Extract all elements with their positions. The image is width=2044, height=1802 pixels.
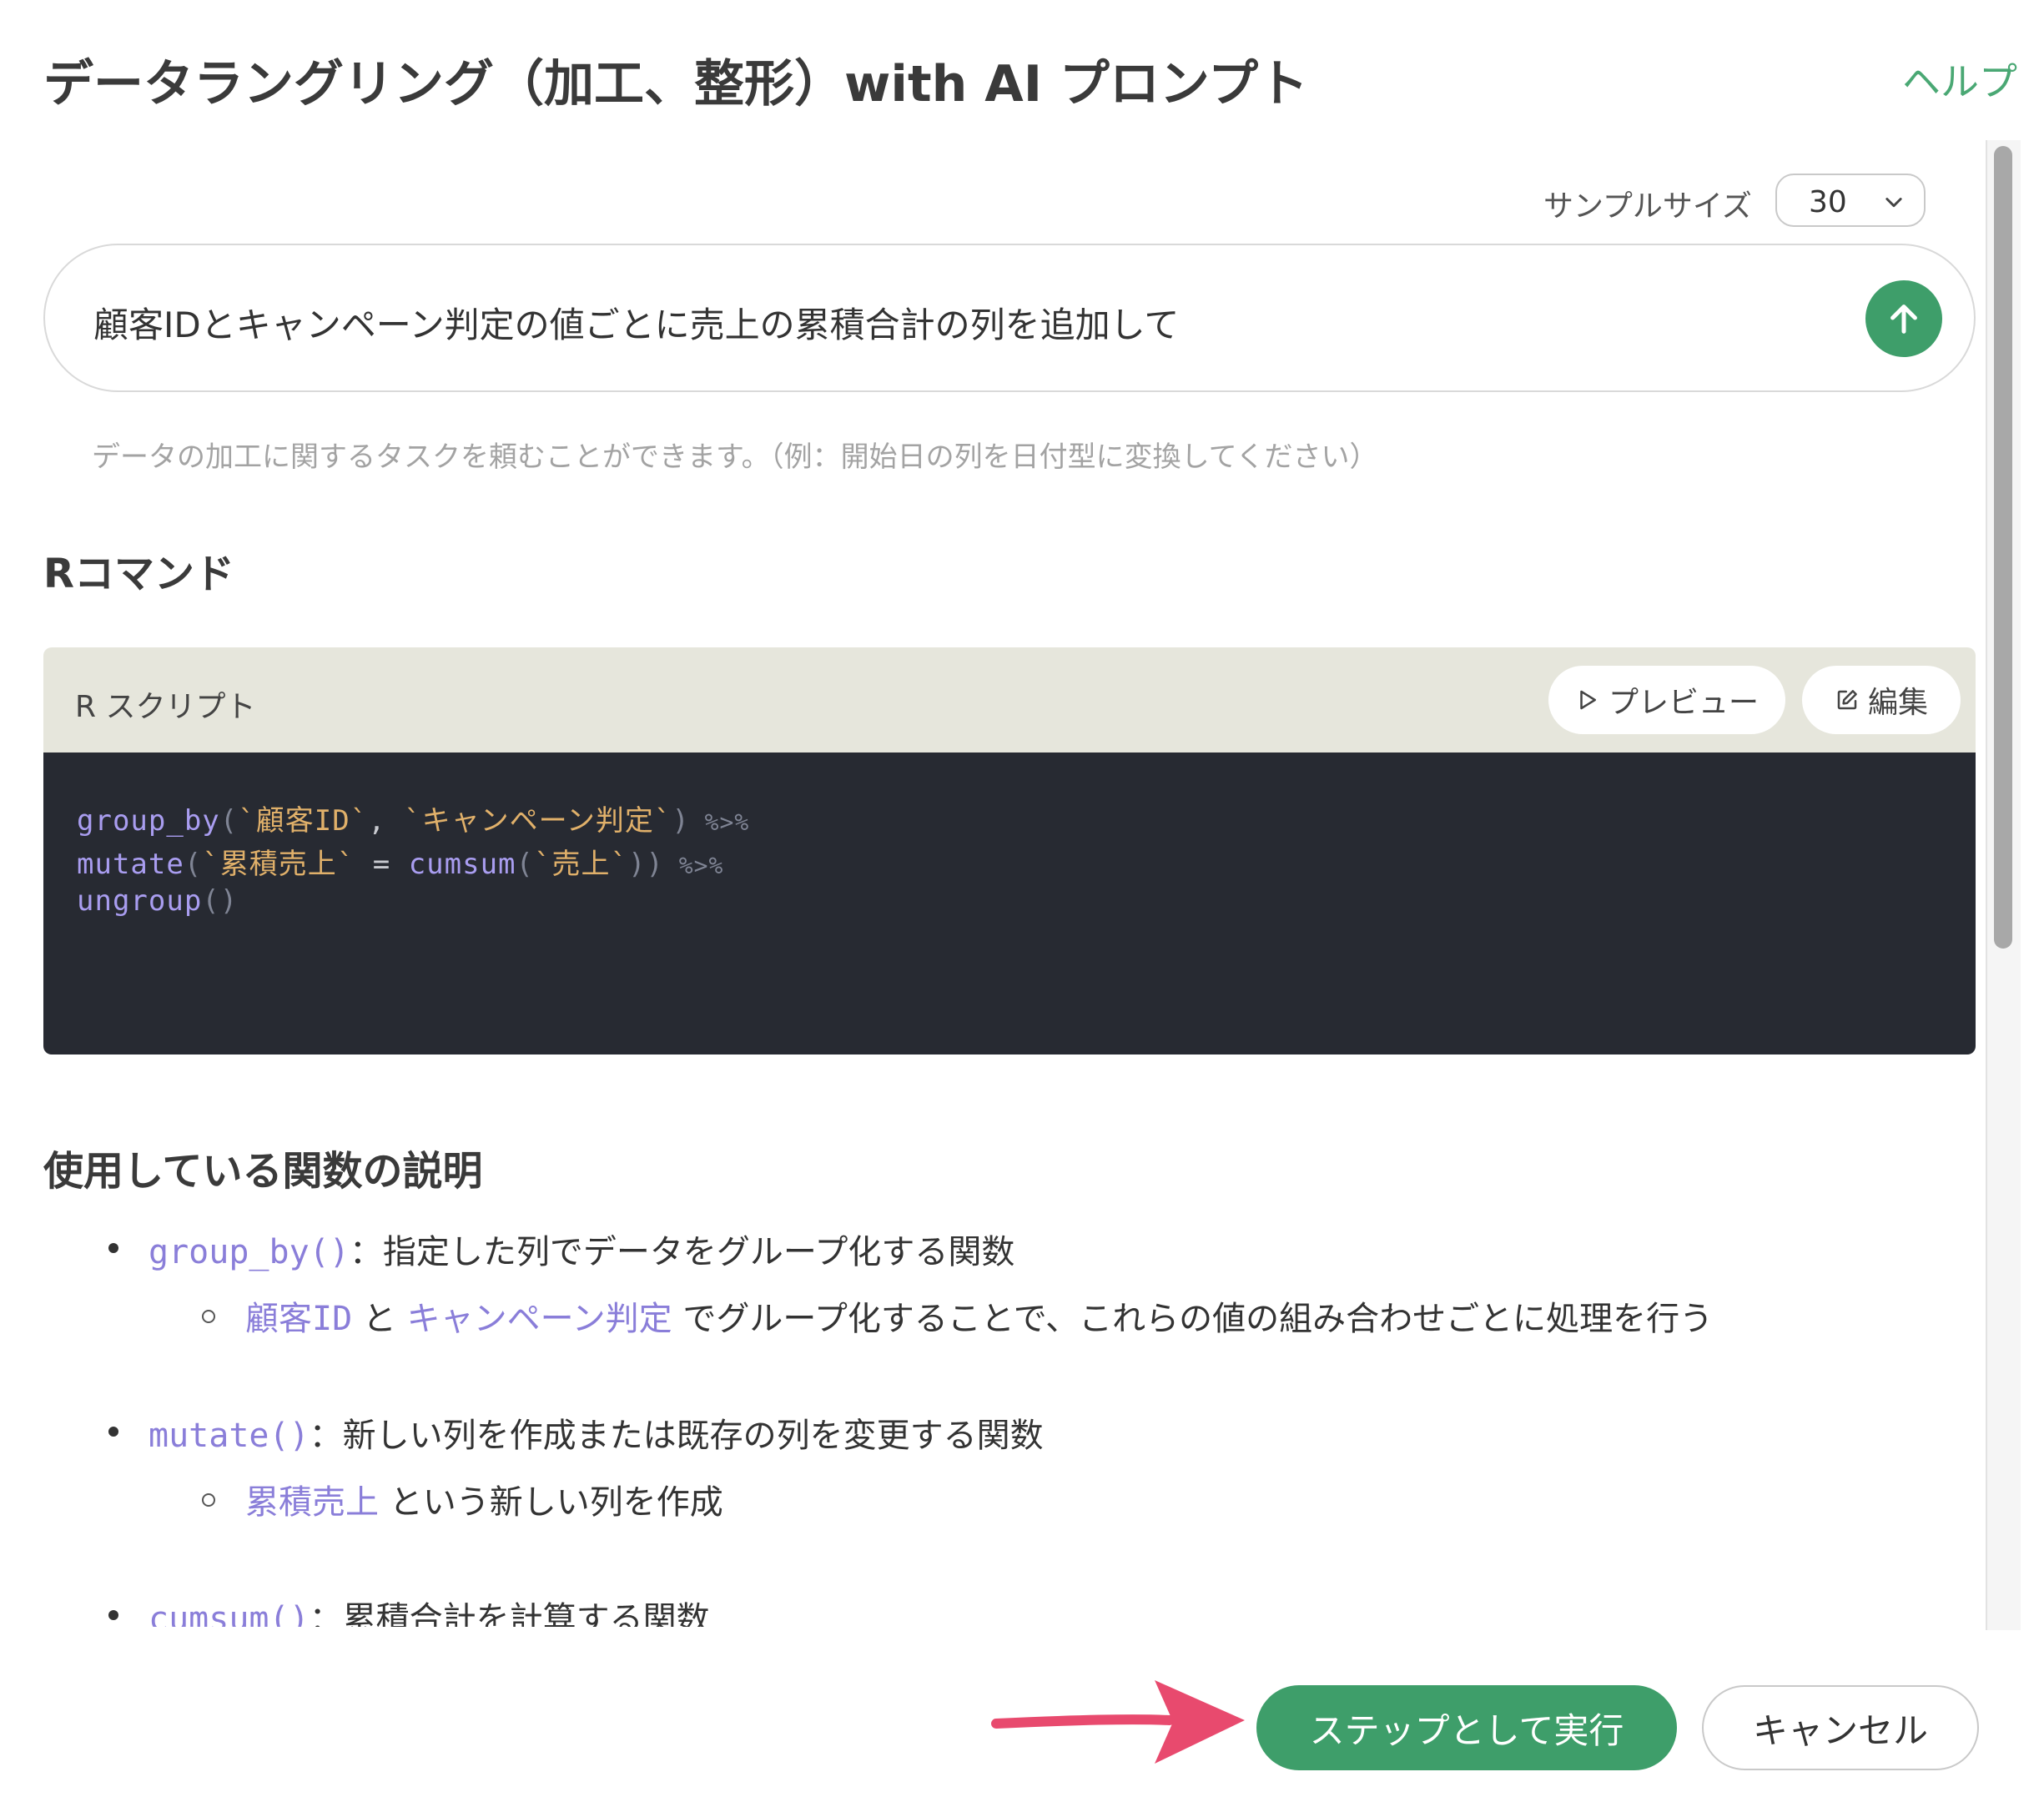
function-code: group_by() bbox=[149, 1233, 350, 1271]
function-subitem: 累積売上 という新しい列を作成 bbox=[245, 1475, 723, 1523]
subitem-text: という新しい列を作成 bbox=[379, 1483, 723, 1522]
arrow-up-icon bbox=[1890, 305, 1917, 334]
bullet bbox=[108, 1610, 118, 1620]
function-item-mutate: mutate()：新しい列を作成または既存の列を変更する関数 bbox=[149, 1408, 1044, 1457]
send-button[interactable] bbox=[1865, 280, 1942, 357]
r-script-header: R スクリプト プレビュー 編集 bbox=[43, 647, 1976, 753]
scroll-fade bbox=[0, 1627, 1986, 1635]
sub-bullet bbox=[202, 1310, 215, 1323]
sample-size-value: 30 bbox=[1809, 185, 1847, 219]
edit-label: 編集 bbox=[1867, 686, 1928, 720]
r-script-label: R スクリプト bbox=[75, 690, 256, 724]
preview-label: プレビュー bbox=[1608, 686, 1759, 720]
bullet bbox=[108, 1243, 118, 1253]
functions-heading: 使用している関数の説明 bbox=[43, 1148, 483, 1195]
sample-size-select[interactable]: 30 bbox=[1775, 174, 1926, 227]
function-subitem: 顧客ID と キャンペーン判定 でグループ化することで、これらの値の組み合わせご… bbox=[245, 1291, 1713, 1340]
prompt-hint: データの加工に関するタスクを頼むことができます。（例：開始日の列を日付型に変換し… bbox=[92, 440, 1378, 474]
edit-icon bbox=[1837, 690, 1857, 710]
r-command-heading: Rコマンド bbox=[43, 551, 234, 597]
play-icon bbox=[1580, 690, 1596, 710]
prompt-input-text[interactable]: 顧客IDとキャンペーン判定の値ごとに売上の累積合計の列を追加して bbox=[93, 297, 1179, 348]
code-block[interactable]: group_by(`顧客ID`, `キャンペーン判定`) %>% mutate(… bbox=[43, 753, 1976, 1055]
code-line: group_by(`顧客ID`, `キャンペーン判定`) %>% bbox=[77, 804, 750, 838]
function-item-group-by: group_by()：指定した列でデータをグループ化する関数 bbox=[149, 1225, 1014, 1273]
highlight-column: 累積売上 bbox=[245, 1483, 379, 1522]
page-title: データラングリング（加工、整形）with AI プロンプト bbox=[43, 55, 1309, 113]
edit-button[interactable]: 編集 bbox=[1802, 666, 1961, 734]
cancel-button[interactable]: キャンセル bbox=[1702, 1685, 1979, 1770]
r-script-panel: R スクリプト プレビュー 編集 group_by(`顧客ID`, `キャンペー… bbox=[43, 647, 1976, 1055]
sample-size-label: サンプルサイズ bbox=[1543, 189, 1752, 224]
code-line: mutate(`累積売上` = cumsum(`売上`)) %>% bbox=[77, 848, 724, 881]
highlight-column: キャンペーン判定 bbox=[406, 1300, 672, 1338]
run-as-step-button[interactable]: ステップとして実行 bbox=[1256, 1685, 1677, 1770]
help-link[interactable]: ヘルプ bbox=[1902, 52, 2017, 107]
code-line: ungroup() bbox=[77, 884, 239, 918]
function-desc: ：指定した列でデータをグループ化する関数 bbox=[349, 1233, 1015, 1271]
annotation-arrow-icon bbox=[991, 1680, 1245, 1764]
subitem-text: でグループ化することで、これらの値の組み合わせごとに処理を行う bbox=[672, 1300, 1714, 1338]
highlight-column: 顧客ID bbox=[245, 1300, 353, 1338]
bullet bbox=[108, 1427, 118, 1437]
function-desc: ：新しい列を作成または既存の列を変更する関数 bbox=[309, 1417, 1044, 1455]
scrollbar-thumb[interactable] bbox=[1994, 146, 2012, 949]
subitem-text: と bbox=[352, 1300, 407, 1338]
prompt-input[interactable]: 顧客IDとキャンペーン判定の値ごとに売上の累積合計の列を追加して bbox=[43, 244, 1976, 392]
preview-button[interactable]: プレビュー bbox=[1548, 666, 1785, 734]
chevron-down-icon bbox=[1882, 190, 1906, 217]
sub-bullet bbox=[202, 1493, 215, 1507]
function-code: mutate() bbox=[149, 1417, 310, 1455]
